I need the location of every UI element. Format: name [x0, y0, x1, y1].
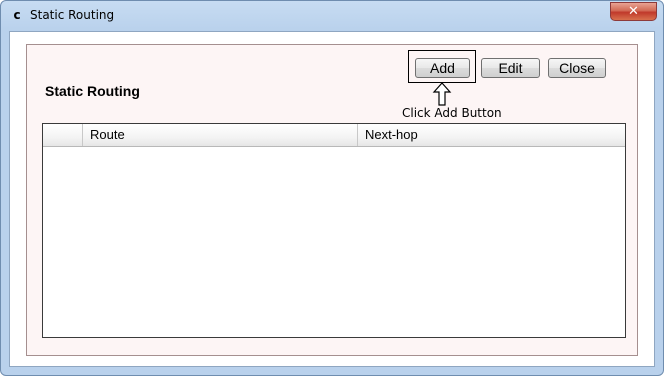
up-arrow-icon — [432, 82, 452, 106]
edit-button[interactable]: Edit — [481, 58, 540, 78]
add-button[interactable]: Add — [415, 58, 470, 78]
callout-text: Click Add Button — [402, 106, 502, 120]
routes-table[interactable]: Route Next-hop — [42, 123, 626, 338]
table-header: Route Next-hop — [43, 124, 625, 147]
title-bar[interactable]: c Static Routing ✕ — [1, 1, 663, 31]
section-heading: Static Routing — [45, 83, 140, 99]
app-icon: c — [13, 8, 21, 22]
window-title: Static Routing — [30, 8, 115, 22]
window-close-button[interactable]: ✕ — [610, 2, 657, 21]
close-icon: ✕ — [628, 4, 639, 19]
column-header-selector[interactable] — [43, 124, 83, 146]
column-header-next-hop[interactable]: Next-hop — [358, 124, 625, 146]
close-button[interactable]: Close — [548, 58, 606, 78]
column-header-route[interactable]: Route — [83, 124, 358, 146]
